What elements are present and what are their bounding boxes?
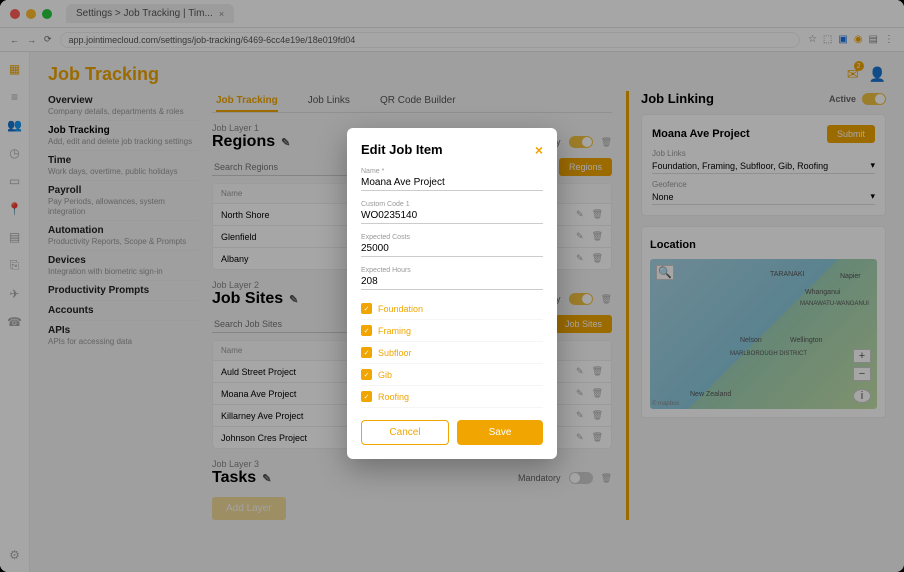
checkbox-icon: ✓ — [361, 303, 372, 314]
check-subfloor[interactable]: ✓Subfloor — [361, 342, 543, 364]
modal-close-icon[interactable]: × — [535, 142, 543, 158]
save-button[interactable]: Save — [457, 420, 543, 445]
checkbox-icon: ✓ — [361, 347, 372, 358]
cancel-button[interactable]: Cancel — [361, 420, 449, 445]
field-code-label: Custom Code 1 — [361, 201, 543, 208]
edit-job-modal: Edit Job Item × Name *Moana Ave Project … — [347, 128, 557, 459]
checkbox-icon: ✓ — [361, 325, 372, 336]
modal-overlay[interactable]: Edit Job Item × Name *Moana Ave Project … — [0, 0, 904, 572]
field-costs-input[interactable]: 25000 — [361, 241, 543, 257]
check-gib[interactable]: ✓Gib — [361, 364, 543, 386]
check-foundation[interactable]: ✓Foundation — [361, 298, 543, 320]
field-name-label: Name * — [361, 168, 543, 175]
modal-title: Edit Job Item — [361, 142, 443, 158]
checkbox-icon: ✓ — [361, 391, 372, 402]
check-framing[interactable]: ✓Framing — [361, 320, 543, 342]
field-hours-input[interactable]: 208 — [361, 274, 543, 290]
field-costs-label: Expected Costs — [361, 234, 543, 241]
field-code-input[interactable]: WO0235140 — [361, 208, 543, 224]
check-roofing[interactable]: ✓Roofing — [361, 386, 543, 408]
field-hours-label: Expected Hours — [361, 267, 543, 274]
field-name-input[interactable]: Moana Ave Project — [361, 175, 543, 191]
checkbox-icon: ✓ — [361, 369, 372, 380]
